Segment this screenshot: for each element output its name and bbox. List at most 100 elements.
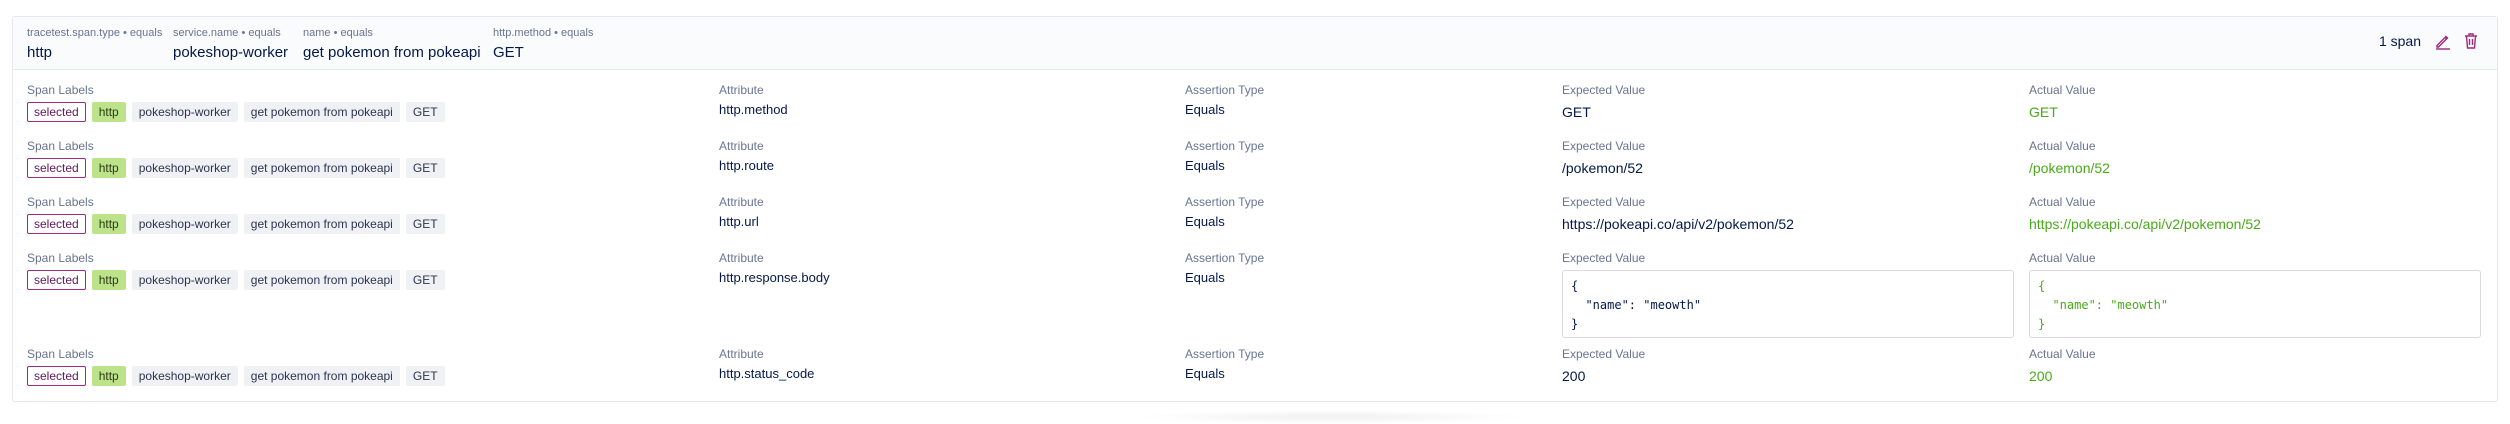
assertion-type-value: Equals <box>1185 366 1225 381</box>
actual-value: /pokemon/52 <box>2029 160 2110 176</box>
span-name-tag: get pokemon from pokeapi <box>243 270 400 290</box>
actual-value-cell: Actual Value /pokemon/52 <box>2029 139 2110 177</box>
span-tags: selected http pokeshop-worker get pokemo… <box>27 158 445 178</box>
service-tag: pokeshop-worker <box>131 214 238 234</box>
span-labels-cell: Span Labels selected http pokeshop-worke… <box>27 195 445 234</box>
selector-key: tracetest.span.type • equals <box>27 27 163 39</box>
attribute-cell: Attribute http.route <box>719 139 774 174</box>
span-type-tag: http <box>91 158 126 178</box>
span-name-tag: get pokemon from pokeapi <box>243 158 400 178</box>
assertion-type-cell: Assertion Type Equals <box>1185 83 1264 118</box>
span-count: 1 span <box>2378 33 2421 49</box>
selector-value: GET <box>493 44 524 61</box>
assertion-type-label: Assertion Type <box>1185 195 1265 209</box>
actual-value-label: Actual Value <box>2029 251 2096 265</box>
selector-key: http.method • equals <box>493 27 594 39</box>
expected-value-label: Expected Value <box>1562 83 1646 97</box>
actual-value-label: Actual Value <box>2029 347 2096 361</box>
expected-value-label: Expected Value <box>1562 347 1646 361</box>
attribute-cell: Attribute http.status_code <box>719 347 814 382</box>
service-tag: pokeshop-worker <box>131 366 238 386</box>
selector-value: http <box>27 44 53 61</box>
assertion-type-value: Equals <box>1185 270 1225 285</box>
span-type-tag: http <box>91 270 126 290</box>
attribute-value: http.method <box>719 102 788 117</box>
trash-icon[interactable] <box>2461 31 2483 53</box>
assertion-type-label: Assertion Type <box>1185 347 1265 361</box>
assertion-type-value: Equals <box>1185 158 1225 173</box>
span-name-tag: get pokemon from pokeapi <box>243 214 400 234</box>
attribute-value: http.url <box>719 214 759 229</box>
selected-tag: selected <box>27 214 86 234</box>
bottom-shadow <box>1130 410 1530 424</box>
span-labels-cell: Span Labels selected http pokeshop-worke… <box>27 83 445 122</box>
selector-value: pokeshop-worker <box>173 44 289 61</box>
selected-tag: selected <box>27 270 86 290</box>
attribute-cell: Attribute http.url <box>719 195 764 230</box>
span-labels-cell: Span Labels selected http pokeshop-worke… <box>27 347 445 386</box>
attribute-value: http.route <box>719 158 774 173</box>
expected-value-cell: Expected Value { "name": "meowth" } <box>1562 251 2014 338</box>
expected-value: GET <box>1562 104 1591 120</box>
edit-icon[interactable] <box>2433 31 2455 53</box>
attribute-label: Attribute <box>719 83 764 97</box>
expected-value-cell: Expected Value 200 <box>1562 347 1645 385</box>
assertion-type-label: Assertion Type <box>1185 139 1265 153</box>
service-tag: pokeshop-worker <box>131 270 238 290</box>
method-tag: GET <box>405 214 445 234</box>
span-type-tag: http <box>91 366 126 386</box>
actual-code-block[interactable]: { "name": "meowth" } <box>2029 270 2481 338</box>
selected-tag: selected <box>27 366 86 386</box>
attribute-label: Attribute <box>719 195 764 209</box>
expected-value-cell: Expected Value GET <box>1562 83 1645 121</box>
actual-value-label: Actual Value <box>2029 139 2096 153</box>
expected-code-block[interactable]: { "name": "meowth" } <box>1562 270 2014 338</box>
assertion-type-cell: Assertion Type Equals <box>1185 251 1264 286</box>
expected-value-cell: Expected Value https://pokeapi.co/api/v2… <box>1562 195 1794 233</box>
selected-tag: selected <box>27 158 86 178</box>
expected-value-label: Expected Value <box>1562 139 1646 153</box>
assertion-type-cell: Assertion Type Equals <box>1185 139 1264 174</box>
attribute-cell: Attribute http.method <box>719 83 788 118</box>
actual-value: GET <box>2029 104 2058 120</box>
span-labels-label: Span Labels <box>27 139 94 153</box>
span-labels-cell: Span Labels selected http pokeshop-worke… <box>27 251 445 290</box>
attribute-label: Attribute <box>719 347 764 361</box>
actual-value-cell: Actual Value 200 <box>2029 347 2096 385</box>
span-tags: selected http pokeshop-worker get pokemo… <box>27 214 445 234</box>
method-tag: GET <box>405 270 445 290</box>
method-tag: GET <box>405 366 445 386</box>
span-labels-label: Span Labels <box>27 195 94 209</box>
selector-span-type: tracetest.span.type • equals http <box>27 27 162 63</box>
actual-value-cell: Actual Value GET <box>2029 83 2096 121</box>
actual-value-label: Actual Value <box>2029 195 2096 209</box>
assertion-type-cell: Assertion Type Equals <box>1185 347 1264 382</box>
span-tags: selected http pokeshop-worker get pokemo… <box>27 366 445 386</box>
actual-value: https://pokeapi.co/api/v2/pokemon/52 <box>2029 216 2261 232</box>
assertion-type-label: Assertion Type <box>1185 83 1265 97</box>
assertion-type-cell: Assertion Type Equals <box>1185 195 1264 230</box>
expected-value: https://pokeapi.co/api/v2/pokemon/52 <box>1562 216 1794 232</box>
assertion-type-label: Assertion Type <box>1185 251 1265 265</box>
service-tag: pokeshop-worker <box>131 158 238 178</box>
attribute-label: Attribute <box>719 139 764 153</box>
span-tags: selected http pokeshop-worker get pokemo… <box>27 102 445 122</box>
span-labels-label: Span Labels <box>27 347 94 361</box>
selector-service-name: service.name • equals pokeshop-worker <box>173 27 288 63</box>
assertion-card: tracetest.span.type • equals http servic… <box>12 16 2498 402</box>
attribute-label: Attribute <box>719 251 764 265</box>
selector-http-method: http.method • equals GET <box>493 27 593 63</box>
selector-key: service.name • equals <box>173 27 281 39</box>
expected-value: 200 <box>1562 368 1586 384</box>
service-tag: pokeshop-worker <box>131 102 238 122</box>
selector-name: name • equals get pokemon from pokeapi <box>303 27 481 63</box>
span-type-tag: http <box>91 214 126 234</box>
span-tags: selected http pokeshop-worker get pokemo… <box>27 270 445 290</box>
actual-value-cell: Actual Value { "name": "meowth" } <box>2029 251 2481 338</box>
attribute-value: http.response.body <box>719 270 830 285</box>
method-tag: GET <box>405 158 445 178</box>
assertion-type-value: Equals <box>1185 214 1225 229</box>
selector-value: get pokemon from pokeapi <box>303 44 481 61</box>
span-name-tag: get pokemon from pokeapi <box>243 366 400 386</box>
span-type-tag: http <box>91 102 126 122</box>
